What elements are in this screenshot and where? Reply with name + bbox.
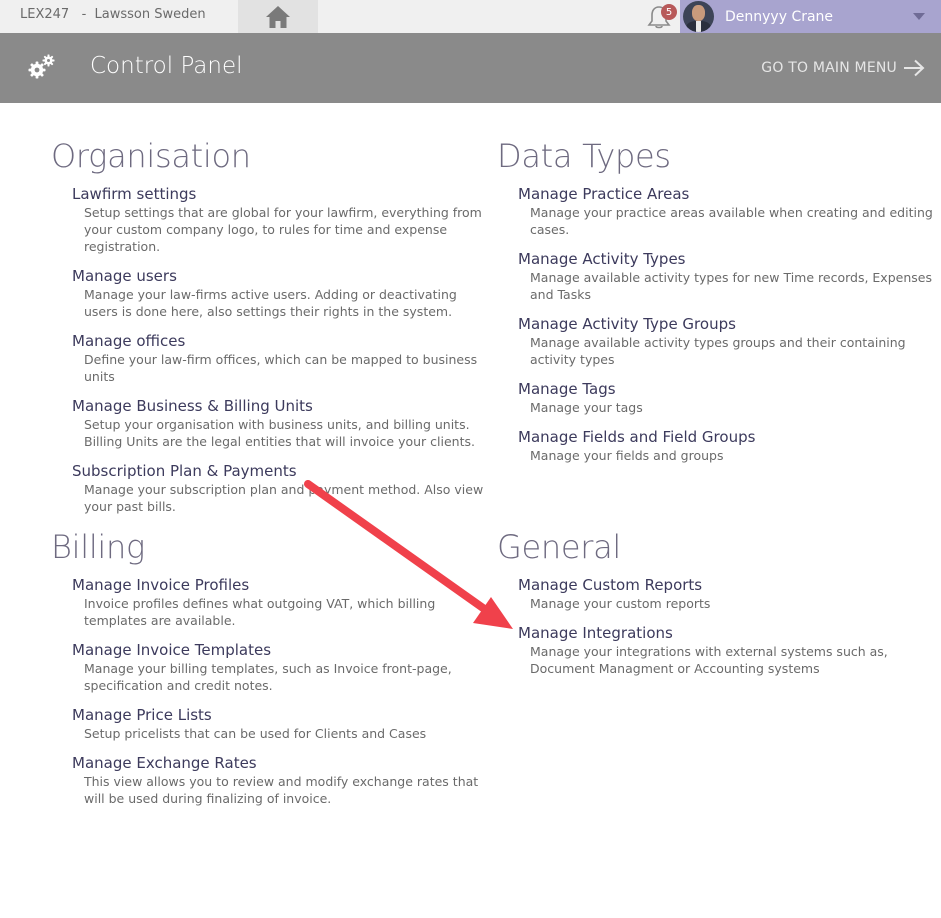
manage-invoice-templates-link[interactable]: Manage Invoice Templates <box>72 640 491 660</box>
user-menu[interactable]: Dennyyy Crane <box>680 0 941 33</box>
manage-integrations-link[interactable]: Manage Integrations <box>518 623 937 643</box>
list-item: Manage Tags Manage your tags <box>518 379 937 416</box>
manage-custom-reports-link[interactable]: Manage Custom Reports <box>518 575 937 595</box>
section-data-types: Data Types Manage Practice Areas Manage … <box>497 136 937 475</box>
section-billing: Billing Manage Invoice Profiles Invoice … <box>51 527 491 818</box>
manage-business-billing-units-link[interactable]: Manage Business & Billing Units <box>72 396 491 416</box>
section-organisation: Organisation Lawfirm settings Setup sett… <box>51 136 491 526</box>
list-item: Manage Activity Type Groups Manage avail… <box>518 314 937 368</box>
manage-activity-types-link[interactable]: Manage Activity Types <box>518 249 937 269</box>
list-item: Manage Custom Reports Manage your custom… <box>518 575 937 612</box>
item-description: This view allows you to review and modif… <box>84 774 479 806</box>
page-header: Control Panel GO TO MAIN MENU <box>0 33 941 103</box>
list-item: Manage Practice Areas Manage your practi… <box>518 184 937 238</box>
item-description: Define your law-firm offices, which can … <box>84 352 478 384</box>
list-item: Manage Invoice Profiles Invoice profiles… <box>72 575 491 629</box>
list-item: Manage Integrations Manage your integrat… <box>518 623 937 677</box>
item-description: Manage your law-firms active users. Addi… <box>84 287 457 319</box>
item-description: Manage your integrations with external s… <box>530 644 888 676</box>
manage-practice-areas-link[interactable]: Manage Practice Areas <box>518 184 937 204</box>
section-title: General <box>497 528 622 566</box>
item-description: Manage your subscription plan and paymen… <box>84 482 484 514</box>
item-description: Manage your tags <box>530 400 643 415</box>
section-title: Billing <box>51 528 145 566</box>
list-item: Manage users Manage your law-firms activ… <box>72 266 491 320</box>
arrow-right-icon <box>904 59 925 77</box>
main-menu-label: GO TO MAIN MENU <box>761 60 897 76</box>
list-item: Subscription Plan & Payments Manage your… <box>72 461 491 515</box>
manage-invoice-profiles-link[interactable]: Manage Invoice Profiles <box>72 575 491 595</box>
chevron-down-icon[interactable] <box>913 13 925 20</box>
list-item: Manage Price Lists Setup pricelists that… <box>72 705 491 742</box>
item-description: Setup settings that are global for your … <box>84 205 482 254</box>
avatar <box>683 1 714 32</box>
list-item: Manage offices Define your law-firm offi… <box>72 331 491 385</box>
manage-activity-type-groups-link[interactable]: Manage Activity Type Groups <box>518 314 937 334</box>
item-description: Manage available activity types for new … <box>530 270 932 302</box>
item-description: Manage available activity types groups a… <box>530 335 906 367</box>
home-button[interactable] <box>238 0 318 33</box>
item-description: Invoice profiles defines what outgoing V… <box>84 596 436 628</box>
page-title: Control Panel <box>90 53 243 79</box>
manage-fields-groups-link[interactable]: Manage Fields and Field Groups <box>518 427 937 447</box>
gears-icon <box>28 54 55 79</box>
list-item: Manage Exchange Rates This view allows y… <box>72 753 491 807</box>
item-description: Manage your fields and groups <box>530 448 724 463</box>
list-item: Manage Activity Types Manage available a… <box>518 249 937 303</box>
section-title: Organisation <box>51 137 251 175</box>
list-item: Lawfirm settings Setup settings that are… <box>72 184 491 255</box>
manage-exchange-rates-link[interactable]: Manage Exchange Rates <box>72 753 491 773</box>
item-description: Manage your custom reports <box>530 596 711 611</box>
section-title: Data Types <box>497 137 671 175</box>
go-to-main-menu-link[interactable]: GO TO MAIN MENU <box>761 59 925 77</box>
manage-users-link[interactable]: Manage users <box>72 266 491 286</box>
list-item: Manage Fields and Field Groups Manage yo… <box>518 427 937 464</box>
subscription-plan-payments-link[interactable]: Subscription Plan & Payments <box>72 461 491 481</box>
item-description: Manage your billing templates, such as I… <box>84 661 452 693</box>
manage-offices-link[interactable]: Manage offices <box>72 331 491 351</box>
lawfirm-settings-link[interactable]: Lawfirm settings <box>72 184 491 204</box>
app-name: LEX247 - Lawsson Sweden <box>20 7 206 22</box>
manage-price-lists-link[interactable]: Manage Price Lists <box>72 705 491 725</box>
user-name: Dennyyy Crane <box>725 9 834 25</box>
manage-tags-link[interactable]: Manage Tags <box>518 379 937 399</box>
home-icon <box>266 5 290 28</box>
list-item: Manage Business & Billing Units Setup yo… <box>72 396 491 450</box>
item-description: Setup your organisation with business un… <box>84 417 475 449</box>
list-item: Manage Invoice Templates Manage your bil… <box>72 640 491 694</box>
notification-badge: 5 <box>661 4 677 20</box>
item-description: Manage your practice areas available whe… <box>530 205 933 237</box>
top-bar: LEX247 - Lawsson Sweden 5 Dennyyy Crane <box>0 0 941 33</box>
item-description: Setup pricelists that can be used for Cl… <box>84 726 427 741</box>
section-general: General Manage Custom Reports Manage you… <box>497 527 937 688</box>
